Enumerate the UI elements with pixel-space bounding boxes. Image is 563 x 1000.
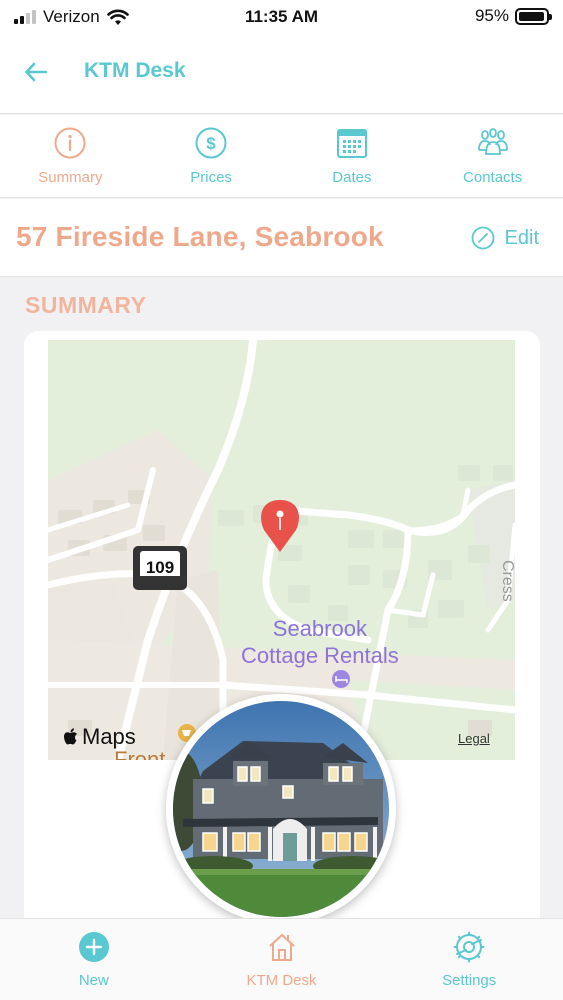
status-right: 95% (474, 6, 552, 26)
bed-icon (332, 670, 350, 688)
edit-label: Edit (504, 226, 539, 249)
dollar-circle-icon: $ (195, 127, 227, 159)
property-address: 57 Fireside Lane, Seabrook (16, 221, 384, 252)
battery-icon (515, 7, 552, 25)
route-number: 109 (146, 558, 174, 577)
bottom-tab-new[interactable]: New (0, 919, 188, 1000)
status-bar: Verizon 11:35 AM 95% (0, 0, 563, 34)
tab-dates-label: Dates (332, 169, 372, 186)
maps-brand: Maps (62, 724, 136, 750)
calendar-icon (336, 129, 367, 158)
tab-contacts[interactable]: Contacts (422, 115, 563, 197)
edit-button[interactable]: Edit (471, 226, 539, 250)
street-fragment: Cress (499, 560, 515, 602)
property-header: 57 Fireside Lane, Seabrook Edit (0, 199, 563, 277)
bottom-tab-bar: New KTM Desk Settings (0, 918, 563, 1000)
tab-dates[interactable]: Dates (282, 115, 423, 197)
bottom-tab-settings[interactable]: Settings (375, 919, 563, 1000)
map-poi-line2: Cottage Rentals (241, 643, 399, 668)
nav-bar: KTM Desk (0, 34, 563, 114)
tab-prices-label: Prices (190, 169, 232, 186)
apple-logo-icon (64, 728, 77, 745)
map-poi-line1: Seabrook (272, 616, 367, 641)
section-tabs: Summary $ Prices Dates Contacts (0, 115, 563, 198)
plus-circle-icon (78, 932, 109, 962)
tab-contacts-label: Contacts (463, 169, 523, 186)
maps-brand-label: Maps (82, 724, 136, 749)
tab-summary[interactable]: Summary (0, 115, 141, 197)
edit-icon (471, 226, 494, 250)
bottom-tab-ktm-desk[interactable]: KTM Desk (188, 919, 376, 1000)
svg-text:$: $ (206, 134, 216, 153)
legal-link[interactable]: Legal (458, 731, 490, 746)
arrow-left-icon[interactable] (22, 58, 50, 86)
map-poi-label[interactable]: Seabrook Cottage Rentals (241, 615, 399, 669)
battery-percent: 95% (474, 6, 509, 25)
tab-summary-label: Summary (38, 169, 103, 186)
gear-icon (453, 931, 485, 963)
route-shield-icon: 109 (133, 546, 187, 590)
bottom-tab-new-label: New (78, 972, 109, 989)
people-icon (477, 128, 508, 155)
property-photo[interactable] (166, 694, 396, 924)
nav-title: KTM Desk (84, 59, 186, 82)
house-icon (268, 934, 295, 961)
info-circle-icon (54, 127, 86, 159)
bottom-tab-settings-label: Settings (442, 972, 497, 989)
bottom-tab-ktm-desk-label: KTM Desk (246, 972, 317, 989)
tab-prices[interactable]: $ Prices (141, 115, 282, 197)
section-title: SUMMARY (25, 292, 147, 318)
